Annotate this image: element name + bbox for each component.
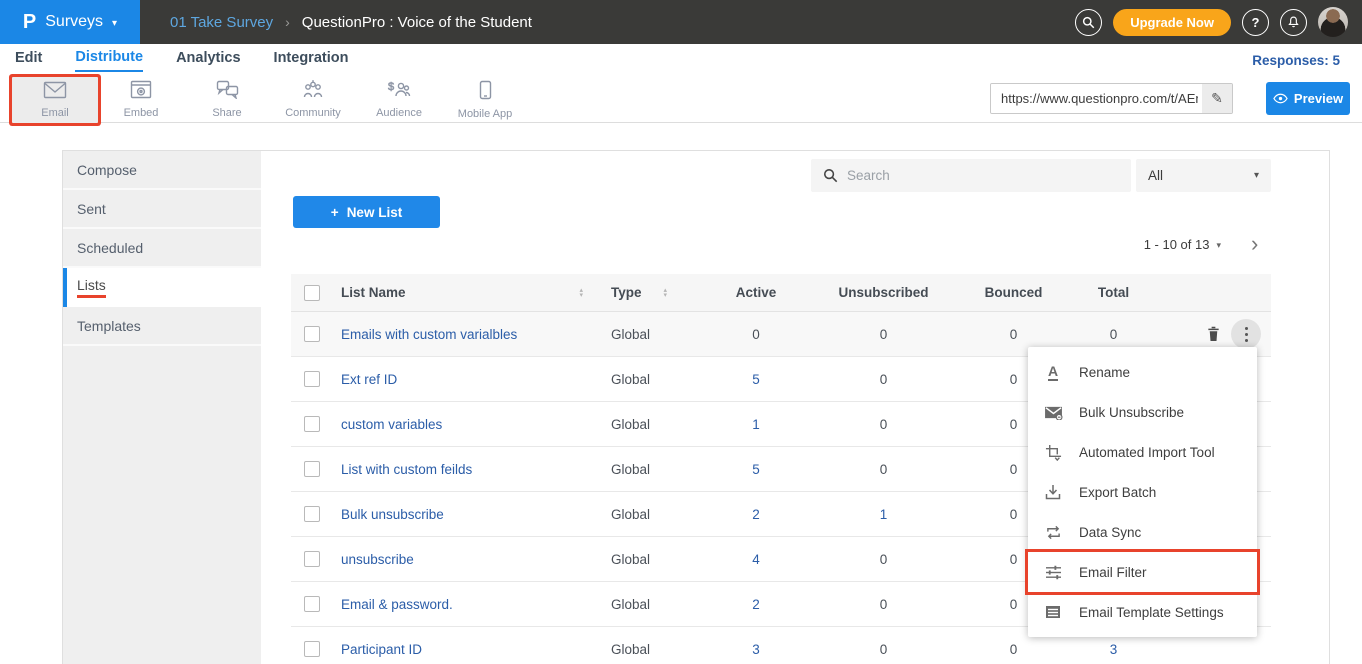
share-icon: [216, 80, 239, 104]
delete-trash-icon[interactable]: [1206, 326, 1221, 342]
table-header-row: List Name ▴▾ Type ▴▾ Active Unsubscribed…: [291, 274, 1271, 312]
row-checkbox[interactable]: [304, 461, 320, 477]
mobile-app-icon: [479, 80, 492, 105]
menu-item-rename[interactable]: A Rename: [1028, 352, 1257, 392]
chevron-down-icon: ▾: [112, 18, 117, 29]
audience-icon-item[interactable]: $ Audience: [356, 77, 442, 123]
responses-count-link[interactable]: Responses: 5: [1252, 53, 1340, 68]
channel-email[interactable]: Email: [12, 77, 98, 123]
top-bar: P Surveys ▾ 01 Take Survey › QuestionPro…: [0, 0, 1362, 44]
top-actions: Upgrade Now ?: [1075, 7, 1362, 37]
distribute-toolbar: Email Embed Share Community: [0, 77, 1362, 123]
product-name: Surveys: [45, 13, 103, 31]
menu-item-email-template-settings[interactable]: Email Template Settings: [1028, 592, 1257, 632]
breadcrumb-survey-link[interactable]: 01 Take Survey: [170, 14, 273, 31]
menu-item-bulk-unsubscribe[interactable]: Bulk Unsubscribe: [1028, 392, 1257, 432]
export-batch-icon: [1043, 484, 1063, 500]
chevron-down-icon: ▾: [1254, 170, 1259, 181]
row-checkbox[interactable]: [304, 506, 320, 522]
row-context-menu: A Rename Bulk Unsubscribe Automated Impo…: [1028, 347, 1257, 637]
app-window: P Surveys ▾ 01 Take Survey › QuestionPro…: [0, 0, 1362, 664]
tab-analytics[interactable]: Analytics: [176, 50, 240, 71]
search-box: [811, 159, 1131, 192]
data-sync-icon: [1043, 525, 1063, 540]
list-name-link[interactable]: unsubscribe: [341, 552, 414, 567]
row-checkbox[interactable]: [304, 416, 320, 432]
sort-icon[interactable]: ▴▾: [579, 288, 583, 298]
sidebar-item-sent[interactable]: Sent: [63, 190, 261, 229]
search-icon: [823, 168, 838, 183]
sidebar-item-scheduled[interactable]: Scheduled: [63, 229, 261, 268]
notifications-bell-icon[interactable]: [1280, 9, 1307, 36]
list-name-link[interactable]: Email & password.: [341, 597, 453, 612]
tab-edit[interactable]: Edit: [15, 50, 42, 71]
list-name-link[interactable]: Bulk unsubscribe: [341, 507, 444, 522]
surveys-menu-button[interactable]: P Surveys ▾: [0, 0, 140, 44]
upgrade-now-button[interactable]: Upgrade Now: [1113, 9, 1231, 36]
menu-item-automated-import-tool[interactable]: Automated Import Tool: [1028, 432, 1257, 472]
embed-icon: [130, 80, 152, 104]
list-name-link[interactable]: List with custom feilds: [341, 462, 472, 477]
chevron-down-icon: ▾: [1216, 240, 1221, 251]
survey-url-input[interactable]: [991, 84, 1202, 113]
row-checkbox[interactable]: [304, 326, 320, 342]
row-checkbox[interactable]: [304, 596, 320, 612]
channel-community[interactable]: Community: [270, 77, 356, 123]
help-icon[interactable]: ?: [1242, 9, 1269, 36]
rename-icon: A: [1043, 364, 1063, 381]
pagination-range-dropdown[interactable]: 1 - 10 of 13 ▾: [1061, 237, 1221, 252]
breadcrumb-separator-icon: ›: [285, 14, 290, 30]
new-list-button[interactable]: + New List: [293, 196, 440, 228]
breadcrumb: 01 Take Survey › QuestionPro : Voice of …: [170, 14, 532, 31]
survey-tab-bar: Edit Distribute Analytics Integration Re…: [0, 44, 1362, 77]
row-checkbox[interactable]: [304, 641, 320, 657]
filter-dropdown[interactable]: All ▾: [1136, 159, 1271, 192]
email-template-settings-icon: [1043, 605, 1063, 619]
svg-text:$: $: [388, 81, 394, 93]
list-name-link[interactable]: Emails with custom varialbles: [341, 327, 517, 342]
plus-icon: +: [331, 205, 339, 220]
channel-share[interactable]: Share: [184, 77, 270, 123]
menu-item-email-filter annotation-email-filter-highlight[interactable]: Email Filter: [1028, 552, 1257, 592]
email-filter-icon: [1043, 565, 1063, 580]
list-name-link[interactable]: Ext ref ID: [341, 372, 397, 387]
email-icon: [43, 81, 67, 104]
sidebar-item-lists[interactable]: Lists: [63, 268, 261, 307]
avatar[interactable]: [1318, 7, 1348, 37]
list-name-link[interactable]: Participant ID: [341, 642, 422, 657]
preview-button[interactable]: Preview: [1266, 82, 1350, 115]
bulk-unsubscribe-icon: [1043, 405, 1063, 420]
survey-url-field: ✎: [990, 83, 1233, 114]
row-checkbox[interactable]: [304, 371, 320, 387]
search-input[interactable]: [811, 159, 1131, 192]
row-menu-kebab-icon[interactable]: [1231, 319, 1261, 349]
tab-distribute[interactable]: Distribute: [75, 49, 143, 72]
menu-item-export-batch[interactable]: Export Batch: [1028, 472, 1257, 512]
search-icon[interactable]: [1075, 9, 1102, 36]
channel-embed[interactable]: Embed: [98, 77, 184, 123]
next-page-chevron[interactable]: ›: [1251, 231, 1258, 257]
row-checkbox[interactable]: [304, 551, 320, 567]
channel-mobile-app[interactable]: Mobile App: [442, 77, 528, 123]
email-sidebar: Compose Sent Scheduled Lists Templates: [63, 151, 261, 664]
automated-import-tool-icon: [1043, 444, 1063, 461]
sort-icon[interactable]: ▴▾: [664, 288, 668, 298]
sidebar-item-templates[interactable]: Templates: [63, 307, 261, 346]
list-name-link[interactable]: custom variables: [341, 417, 442, 432]
sidebar-item-compose[interactable]: Compose: [63, 151, 261, 190]
edit-url-pencil-icon[interactable]: ✎: [1202, 84, 1232, 113]
select-all-checkbox[interactable]: [304, 285, 320, 301]
questionpro-logo-icon: P: [23, 12, 36, 32]
page-title: QuestionPro : Voice of the Student: [302, 14, 532, 31]
audience-icon: $: [387, 80, 411, 104]
annotation-lists-underline: Lists: [77, 277, 106, 298]
menu-item-data-sync[interactable]: Data Sync: [1028, 512, 1257, 552]
community-icon: [301, 80, 325, 104]
tab-integration[interactable]: Integration: [274, 50, 349, 71]
eye-icon: [1273, 93, 1288, 104]
